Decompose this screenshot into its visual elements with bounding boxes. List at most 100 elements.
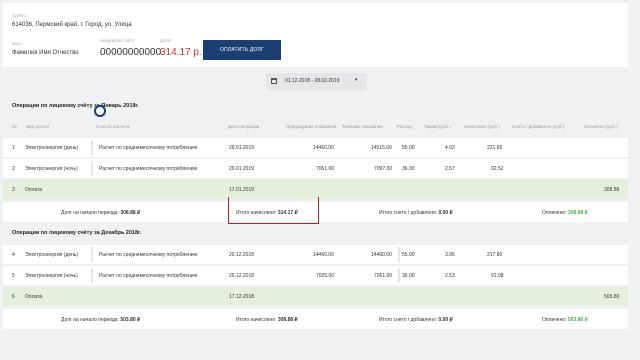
divider (91, 268, 93, 283)
row-num: 5 (12, 273, 15, 279)
divider (398, 268, 400, 283)
summary-paid-label: Оплачено: (542, 210, 567, 216)
highlight-frame (228, 197, 319, 224)
summary-paid: Оплачено: 503.80 ₽ (542, 317, 588, 323)
summary-removed-value: 0.00 ₽ (438, 210, 453, 216)
row-num: 3 (12, 187, 15, 193)
summary-removed-label: Итого снято / добавлено: (379, 317, 438, 323)
summary-debt-label: Долг на начало периода: (61, 210, 119, 216)
summary-charged: Итого начислено: 308.88 ₽ (236, 317, 298, 323)
table-row[interactable]: 1 Электроэнергия (день) Расчет по средне… (3, 138, 628, 157)
row-prev: 7025.00 (316, 273, 335, 279)
summary-debt: Долг на начало периода: 503.80 ₽ (61, 317, 140, 323)
row-charged: 91.08 (491, 273, 504, 279)
table-row-payment[interactable]: 6 Оплата 17.12.2018 503.80 (3, 287, 628, 306)
summary-charged-value: 308.88 ₽ (277, 317, 298, 323)
account-label: ЛИЦЕВОЙ СЧЁТ: (100, 38, 136, 43)
row-service: Электроэнергия (ночь) (25, 273, 78, 279)
section-title-december: Операции по лицевому счёту за Декабрь 20… (12, 230, 142, 236)
summary-row: Долг на начало периода: 503.80 ₽ Итого н… (3, 309, 628, 329)
divider (91, 247, 93, 262)
row-service: Оплата (25, 187, 43, 193)
summary-debt-value: 503.80 ₽ (120, 317, 141, 323)
row-curr: 14515.00 (371, 145, 392, 151)
col-prev: Предыдущие показания (286, 124, 337, 129)
divider (91, 140, 93, 155)
row-date: 29.01.2019 (229, 166, 255, 172)
row-num: 1 (12, 145, 15, 151)
row-method: Расчет по среднемесячному потреблению (99, 166, 198, 172)
row-date: 29.12.2018 (229, 273, 255, 279)
fio-label: ФИО: (12, 41, 23, 46)
summary-paid-value: 503.80 ₽ (567, 317, 588, 323)
account-number: 00000000000 (100, 47, 162, 58)
summary-debt-value: 308.88 ₽ (120, 210, 141, 216)
row-service: Электроэнергия (день) (25, 252, 79, 258)
row-usage: 55.00 (402, 252, 415, 258)
col-usage: Расход (397, 124, 412, 129)
row-prev: 14460.00 (313, 252, 334, 258)
row-date: 29.12.2018 (229, 252, 255, 258)
period-selector[interactable]: 01.12.2018 - 28.02.2019 ▾ (266, 73, 367, 90)
row-date: 17.12.2018 (229, 294, 255, 300)
mouse-cursor-highlight (94, 105, 106, 117)
row-usage: 55.00 (402, 145, 415, 151)
col-date: Дата операции (228, 124, 260, 129)
chevron-down-icon: ▾ (355, 77, 358, 83)
row-method: Расчет по среднемесячному потреблению (99, 252, 198, 258)
period-text: 01.12.2018 - 28.02.2019 (285, 78, 340, 84)
summary-paid-label: Оплачено: (542, 317, 567, 323)
pay-debt-button[interactable]: ОПЛАТИТЬ ДОЛГ (203, 40, 281, 60)
row-date: 17.01.2019 (229, 187, 255, 193)
row-num: 2 (12, 166, 15, 172)
summary-debt-label: Долг на начало периода: (61, 317, 119, 323)
row-service: Оплата (25, 294, 43, 300)
row-paid: 503.80 (604, 294, 620, 300)
address-label: АДРЕС: (12, 13, 29, 18)
row-num: 6 (12, 294, 15, 300)
summary-removed: Итого снято / добавлено: 0.00 ₽ (379, 210, 453, 216)
table-row[interactable]: 2 Электроэнергия (ночь) Расчет по средне… (3, 159, 628, 178)
account-card: АДРЕС: 614036, Пермский край, г. Город, … (3, 3, 628, 67)
table-row[interactable]: 4 Электроэнергия (день) Расчет по средне… (3, 245, 628, 264)
table-row[interactable]: 5 Электроэнергия (ночь) Расчет по средне… (3, 266, 628, 285)
row-curr: 14460.00 (371, 252, 392, 258)
row-prev: 7061.00 (316, 166, 335, 172)
row-prev: 14460.00 (313, 145, 334, 151)
summary-removed: Итого снято / добавлено: 0.00 ₽ (379, 317, 453, 323)
row-curr: 7061.00 (374, 273, 393, 279)
summary-paid: Оплачено: 308.88 ₽ (542, 210, 588, 216)
row-charged: 92.52 (491, 166, 504, 172)
divider (91, 161, 93, 176)
section-title-january: Операции по лицевому счёту за Январь 201… (12, 103, 139, 109)
summary-debt: Долг на начало периода: 308.88 ₽ (61, 210, 140, 216)
debt-label: ДОЛГ: (160, 38, 173, 43)
col-service: Вид услуги (26, 124, 49, 129)
row-num: 4 (12, 252, 15, 258)
col-charged: Начислено (руб.) (464, 124, 500, 129)
address: 614036, Пермский край, г. Город, ул. Ули… (12, 22, 132, 28)
row-service: Электроэнергия (ночь) (25, 166, 78, 172)
row-charged: 217.80 (487, 252, 503, 258)
row-tariff: 3.96 (445, 252, 455, 258)
col-removed: Снято / Добавлено (руб.) (512, 124, 565, 129)
row-service: Электроэнергия (день) (25, 145, 79, 151)
table-header: № Вид услуги Способ расчета Дата операци… (12, 124, 632, 132)
row-tariff: 2.57 (445, 166, 455, 172)
col-num: № (12, 124, 17, 129)
row-tariff: 4.03 (445, 145, 455, 151)
row-usage: 36.00 (402, 273, 415, 279)
col-tariff: Тариф (руб.) (424, 124, 451, 129)
col-curr: Текущие показания (342, 124, 383, 129)
row-method: Расчет по среднемесячному потреблению (99, 273, 198, 279)
debt-value: 314.17 р. (160, 47, 202, 58)
col-method: Способ расчета (96, 124, 130, 129)
summary-paid-value: 308.88 ₽ (567, 210, 588, 216)
summary-charged-label: Итого начислено: (236, 317, 277, 323)
col-paid: Оплачено (руб.) (584, 124, 618, 129)
calendar-icon (271, 78, 277, 84)
summary-removed-value: 0.00 ₽ (438, 317, 453, 323)
fio: Фамилия Имя Отчество (12, 50, 79, 56)
row-date: 29.01.2019 (229, 145, 255, 151)
row-paid: 308.88 (604, 187, 620, 193)
